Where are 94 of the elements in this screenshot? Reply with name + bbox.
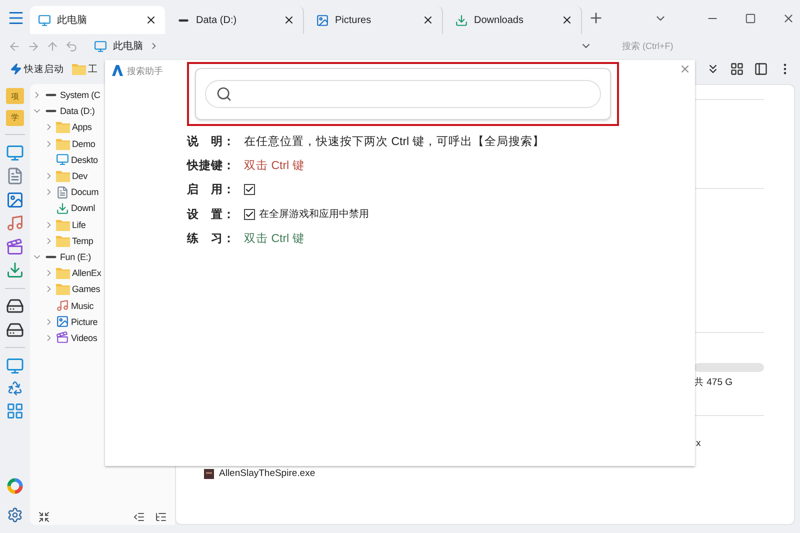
file-name: x: [696, 438, 702, 449]
breadcrumb[interactable]: 此电脑: [113, 39, 143, 53]
field-value: 双击 Ctrl 键: [244, 158, 304, 173]
back-icon[interactable]: [8, 40, 21, 52]
control-panel-icon[interactable]: [6, 402, 24, 420]
close-button[interactable]: [679, 63, 691, 75]
folder-shortcut[interactable]: 项: [6, 88, 24, 104]
folder-icon: [56, 170, 70, 182]
checkbox[interactable]: [244, 208, 255, 220]
tree-item[interactable]: Videos: [71, 332, 98, 343]
dialog-title: 搜索助手: [127, 65, 163, 78]
field-label: 启 用：: [187, 182, 236, 198]
tree-item[interactable]: AllenEx: [72, 268, 102, 278]
music-icon: [56, 299, 69, 312]
desktop-icon: [56, 153, 69, 166]
tree-item[interactable]: System (C: [60, 90, 100, 100]
tree-item[interactable]: Picture: [71, 316, 98, 327]
tree-item[interactable]: Apps: [72, 122, 92, 132]
checkbox-label[interactable]: 在全屏游戏和应用中禁用: [259, 207, 369, 222]
field-label: 练 习：: [187, 232, 236, 246]
close-tab-icon[interactable]: [145, 14, 157, 26]
recycle-icon[interactable]: [7, 380, 23, 396]
folder-icon: [56, 121, 70, 134]
tab[interactable]: 此电脑: [30, 6, 165, 34]
folder-icon: [56, 283, 70, 296]
tab[interactable]: Data (D:): [169, 6, 304, 34]
file-name[interactable]: AllenSlayTheSpire.exe: [219, 468, 316, 479]
folder-shortcut[interactable]: 学: [6, 110, 24, 126]
drive-icon[interactable]: [6, 320, 24, 338]
folder-icon: [56, 234, 70, 247]
download-icon[interactable]: [6, 261, 24, 279]
tree-item[interactable]: Docum: [71, 187, 99, 198]
tree-item[interactable]: Data (D:): [60, 106, 95, 116]
tree-item[interactable]: Temp: [72, 236, 94, 246]
drive-icon[interactable]: [6, 297, 24, 315]
tab[interactable]: Pictures: [308, 6, 443, 34]
field-label: 说 明：: [187, 134, 236, 149]
close-icon[interactable]: [782, 12, 794, 24]
tree-item[interactable]: Life: [72, 220, 86, 230]
picture-icon: [316, 14, 329, 26]
tree-item[interactable]: Deskto: [71, 154, 98, 165]
undo-icon[interactable]: [65, 40, 78, 52]
monitor-icon: [94, 40, 107, 52]
tree-item[interactable]: Fun (E:): [60, 252, 91, 262]
close-tab-icon[interactable]: [561, 14, 573, 26]
document-icon[interactable]: [6, 167, 24, 185]
desktop-icon[interactable]: [6, 144, 24, 162]
search-icon: [216, 86, 232, 102]
new-tab-icon[interactable]: [588, 10, 604, 26]
checkbox[interactable]: [244, 184, 255, 196]
picture-icon[interactable]: [6, 190, 24, 208]
indent-icon[interactable]: [133, 511, 145, 523]
close-tab-icon[interactable]: [283, 14, 295, 26]
folder-icon: [56, 138, 70, 150]
monitor-icon: [38, 14, 51, 26]
folder-icon: [56, 267, 70, 280]
bolt-icon: [10, 63, 22, 75]
monitor-icon[interactable]: [6, 356, 24, 374]
document-icon: [56, 186, 69, 199]
music-icon[interactable]: [6, 214, 24, 232]
tree-item[interactable]: Dev: [72, 171, 88, 182]
maximize-icon[interactable]: [744, 12, 756, 24]
download-icon: [455, 14, 468, 26]
toolbar-button[interactable]: 工: [70, 62, 100, 76]
tree-item[interactable]: Demo: [72, 138, 96, 149]
tree-item[interactable]: Games: [72, 284, 100, 294]
tab[interactable]: Downloads: [447, 6, 582, 34]
forward-icon[interactable]: [27, 40, 40, 52]
panel-icon[interactable]: [754, 62, 768, 76]
color-ring-icon[interactable]: [7, 478, 23, 494]
field-value: 在任意位置，快速按下两次 Ctrl 键，可呼出【全局搜索】: [244, 134, 544, 149]
toolbar-button[interactable]: 快速启动: [8, 62, 66, 76]
app-icon: [204, 468, 214, 479]
field-value: 双击 Ctrl 键: [244, 232, 304, 246]
field-label: 快捷键：: [187, 158, 236, 173]
app-logo-icon: [112, 65, 123, 76]
tree-item[interactable]: Downl: [71, 203, 96, 214]
folder-icon: [56, 218, 70, 231]
tree-item[interactable]: Music: [71, 300, 94, 311]
folder-icon: [72, 63, 86, 75]
up-icon[interactable]: [46, 40, 59, 52]
storage-bar: [694, 363, 764, 372]
grid-icon[interactable]: [730, 62, 744, 76]
settings-icon[interactable]: [7, 507, 23, 523]
field-label: 设 置：: [187, 207, 236, 222]
menu-icon[interactable]: [7, 9, 25, 27]
picture-icon: [56, 315, 69, 328]
video-icon[interactable]: [6, 238, 24, 256]
video-icon: [56, 331, 69, 344]
search-field[interactable]: [205, 80, 601, 108]
download-icon: [56, 202, 69, 215]
collapse-icon[interactable]: [38, 511, 50, 523]
close-tab-icon[interactable]: [422, 14, 434, 26]
tree-view-icon[interactable]: [155, 511, 167, 523]
